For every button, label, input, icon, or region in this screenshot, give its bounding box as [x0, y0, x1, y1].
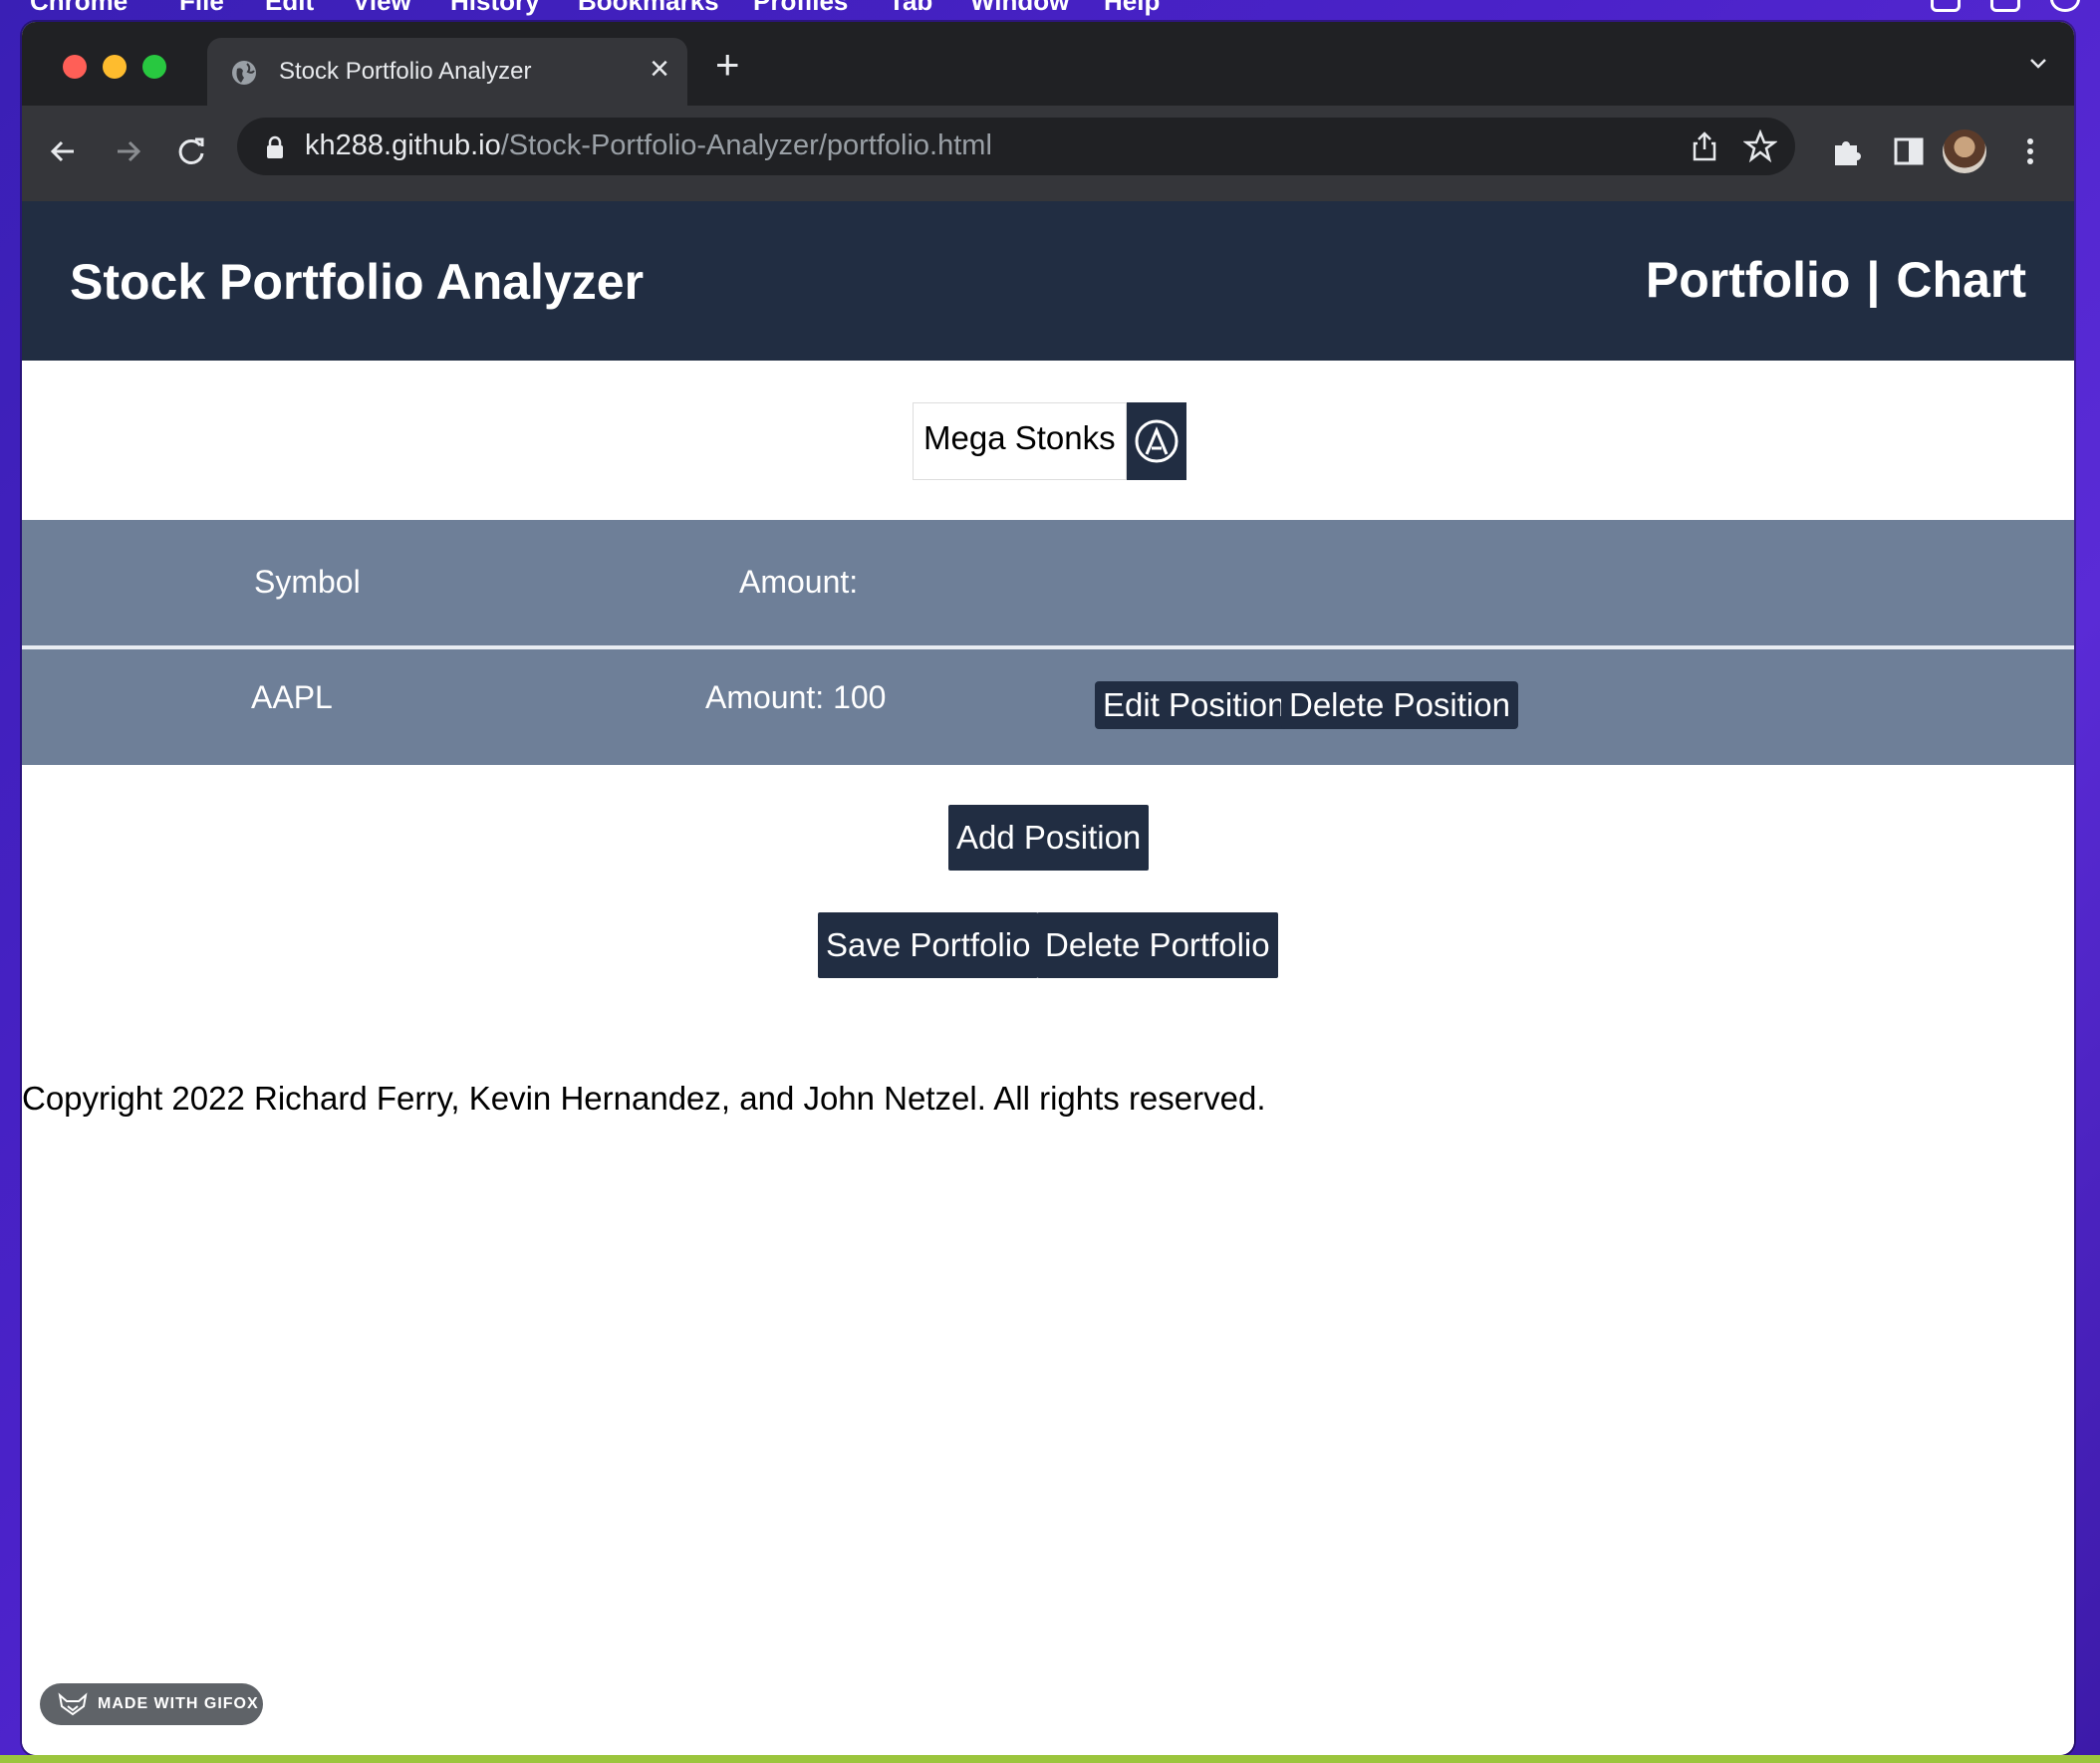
- site-nav: Portfolio | Chart: [1646, 251, 2026, 309]
- menubar-profiles[interactable]: Profiles: [753, 0, 848, 17]
- table-row: AAPL Amount: 100 Edit Position Delete Po…: [22, 649, 2074, 765]
- menubar-bookmarks[interactable]: Bookmarks: [578, 0, 719, 17]
- extensions-puzzle-icon[interactable]: [1829, 133, 1865, 169]
- back-arrow-icon[interactable]: [46, 133, 82, 169]
- nav-link-chart[interactable]: Chart: [1896, 251, 2026, 309]
- header-amount: Amount:: [739, 564, 859, 600]
- globe-icon: [232, 61, 256, 85]
- close-tab-icon[interactable]: ×: [650, 52, 669, 86]
- gifox-label: MADE WITH GIFOX: [98, 1695, 259, 1712]
- menubar-app-chrome[interactable]: Chrome: [30, 0, 128, 17]
- more-menu-icon[interactable]: [2012, 133, 2048, 169]
- tab-stock-portfolio-analyzer[interactable]: Stock Portfolio Analyzer ×: [207, 38, 687, 106]
- nav-separator: |: [1866, 252, 1881, 308]
- site-title: Stock Portfolio Analyzer: [70, 254, 645, 310]
- delete-position-button[interactable]: Delete Position: [1281, 681, 1518, 729]
- menubar-edit[interactable]: Edit: [265, 0, 314, 17]
- address-bar[interactable]: kh288.github.io/Stock-Portfolio-Analyzer…: [237, 118, 1795, 175]
- menubar-history[interactable]: History: [450, 0, 540, 17]
- status-icon[interactable]: [1931, 0, 1961, 12]
- side-panel-icon[interactable]: [1891, 133, 1927, 169]
- browser-window: Stock Portfolio Analyzer × + kh288.githu…: [22, 22, 2074, 1755]
- add-position-button[interactable]: Add Position: [948, 805, 1150, 871]
- tab-title: Stock Portfolio Analyzer: [279, 58, 532, 85]
- minimize-window-button[interactable]: [103, 55, 127, 79]
- menubar-help[interactable]: Help: [1104, 0, 1160, 17]
- portfolio-name-group: Mega Stonks: [913, 402, 1186, 480]
- save-portfolio-button[interactable]: Save Portfolio: [818, 912, 1039, 978]
- status-icon[interactable]: [2050, 0, 2080, 12]
- edit-position-button[interactable]: Edit Position: [1095, 681, 1294, 729]
- fox-logo-icon: [58, 1692, 88, 1716]
- page-content: Stock Portfolio Analyzer Portfolio | Chart…: [22, 201, 2074, 1755]
- circle-a-icon: [1135, 419, 1179, 463]
- url-path: /Stock-Portfolio-Analyzer/portfolio.html: [500, 129, 992, 161]
- url-host: kh288.github.io: [305, 129, 501, 161]
- browser-toolbar: kh288.github.io/Stock-Portfolio-Analyzer…: [22, 106, 2074, 203]
- portfolio-name-field[interactable]: Mega Stonks: [913, 402, 1127, 480]
- macos-menubar: Chrome File Edit View History Bookmarks …: [0, 0, 2100, 18]
- close-window-button[interactable]: [63, 55, 87, 79]
- bottom-accent-bar: [0, 1755, 2100, 1763]
- header-symbol: Symbol: [254, 564, 361, 600]
- gifox-badge: MADE WITH GIFOX: [40, 1683, 263, 1725]
- menubar-window[interactable]: Window: [970, 0, 1069, 17]
- reload-icon[interactable]: [173, 133, 209, 169]
- copyright-footer: Copyright 2022 Richard Ferry, Kevin Hern…: [22, 1080, 1266, 1117]
- new-tab-icon[interactable]: +: [715, 44, 740, 86]
- edit-portfolio-name-button[interactable]: [1126, 402, 1186, 480]
- menubar-status-icons: [1931, 0, 2080, 12]
- tab-bar: Stock Portfolio Analyzer × +: [22, 22, 2074, 106]
- zoom-window-button[interactable]: [142, 55, 166, 79]
- chevron-down-icon[interactable]: [2028, 54, 2048, 74]
- nav-link-portfolio[interactable]: Portfolio: [1646, 251, 1851, 309]
- profile-avatar[interactable]: [1943, 129, 1986, 173]
- share-icon[interactable]: [1688, 129, 1721, 163]
- forward-arrow-icon[interactable]: [110, 133, 145, 169]
- menubar-file[interactable]: File: [179, 0, 224, 17]
- site-header: Stock Portfolio Analyzer Portfolio | Chart: [22, 201, 2074, 361]
- row-symbol: AAPL: [251, 679, 333, 715]
- delete-portfolio-button[interactable]: Delete Portfolio: [1037, 912, 1278, 978]
- menubar-tab[interactable]: Tab: [889, 0, 932, 17]
- positions-table-header: Symbol Amount:: [22, 520, 2074, 645]
- status-icon[interactable]: [1990, 0, 2020, 12]
- lock-icon[interactable]: [265, 135, 285, 159]
- menubar-view[interactable]: View: [353, 0, 411, 17]
- row-amount: Amount: 100: [705, 679, 887, 715]
- bookmark-star-icon[interactable]: [1743, 129, 1777, 163]
- url-text[interactable]: kh288.github.io/Stock-Portfolio-Analyzer…: [305, 129, 992, 162]
